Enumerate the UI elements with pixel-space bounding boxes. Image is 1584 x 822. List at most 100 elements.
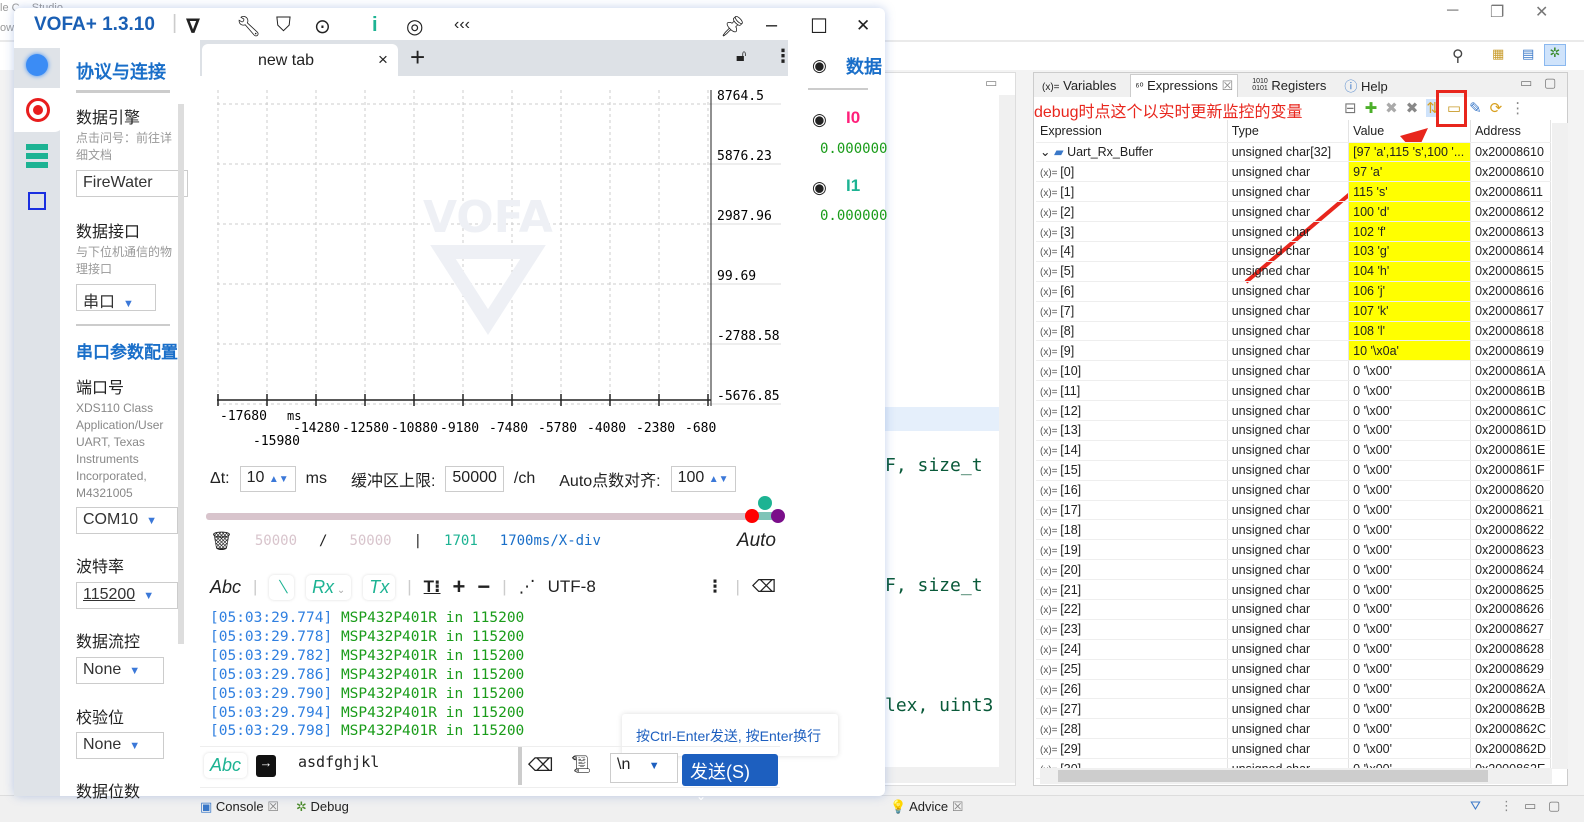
table-row[interactable]: (x)= [8] unsigned char 108 'l' 0x2000861…: [1036, 321, 1551, 342]
expand-chevron-icon[interactable]: ⌄: [1040, 145, 1050, 159]
table-row[interactable]: (x)= [9] unsigned char 10 '\x0a' 0x20008…: [1036, 340, 1551, 362]
info-icon[interactable]: i: [372, 14, 378, 37]
column-type[interactable]: Type: [1227, 120, 1350, 143]
pin-icon[interactable]: 📌︎: [720, 14, 745, 39]
table-row[interactable]: (x)= [16] unsigned char 0 '\x00' 0x20008…: [1036, 480, 1551, 501]
value-cell[interactable]: 0 '\x00': [1348, 360, 1472, 382]
collapse-all-icon[interactable]: ⊟: [1344, 99, 1357, 117]
table-row-parent[interactable]: ⌄ ▰ Uart_Rx_Buffer unsigned char[32] [97…: [1036, 142, 1551, 163]
tab-variables[interactable]: (x)= Variables: [1038, 75, 1120, 96]
table-row[interactable]: (x)= [20] unsigned char 0 '\x00' 0x20008…: [1036, 559, 1551, 581]
table-row[interactable]: (x)= [4] unsigned char 103 'g' 0x2000861…: [1036, 241, 1551, 262]
line-ending-select[interactable]: \n ▼: [610, 753, 678, 783]
slider-handle-right[interactable]: [771, 509, 785, 523]
maximize-icon[interactable]: ☐: [810, 14, 828, 39]
history-slider[interactable]: [206, 513, 756, 520]
edit-icon[interactable]: ✎: [1469, 99, 1482, 117]
send-input[interactable]: asdfghjkl: [298, 753, 379, 771]
value-cell[interactable]: 0 '\x00': [1348, 738, 1472, 760]
tab-debug[interactable]: ✲ Debug: [296, 799, 349, 815]
close-tab-icon[interactable]: ☒: [267, 799, 279, 814]
value-cell[interactable]: 115 's': [1348, 181, 1472, 203]
code-editor[interactable]: ▭ F, size_t F, size_t lex, uint3: [884, 72, 1016, 786]
minimize-icon[interactable]: –: [766, 14, 777, 37]
view-menu-icon[interactable]: ⋮: [1500, 798, 1513, 814]
value-cell[interactable]: 0 '\x00': [1348, 718, 1472, 740]
expressions-vertical-scrollbar[interactable]: [1552, 123, 1568, 769]
send-dropdown-icon[interactable]: ⌄: [696, 789, 706, 803]
remove-expression-icon[interactable]: ✖: [1385, 99, 1398, 117]
rx-toggle[interactable]: Rx ⌄: [306, 574, 352, 600]
spin-arrows-icon[interactable]: ▲▼: [709, 474, 729, 485]
remove-all-icon[interactable]: ✖: [1406, 99, 1419, 117]
nav-connection-icon[interactable]: [26, 54, 48, 76]
add-tab-icon[interactable]: +: [410, 42, 425, 73]
table-row[interactable]: (x)= [19] unsigned char 0 '\x00' 0x20008…: [1036, 539, 1551, 561]
close-tab-icon[interactable]: ☒: [1222, 78, 1234, 93]
collapse-left-icon[interactable]: ‹‹‹: [454, 16, 470, 34]
table-row[interactable]: (x)= [15] unsigned char 0 '\x00' 0x20008…: [1036, 460, 1551, 481]
nav-windows-icon[interactable]: [28, 192, 46, 210]
nav-engine-selected[interactable]: [14, 88, 64, 132]
value-cell[interactable]: 0 '\x00': [1348, 500, 1472, 521]
text-format-icon[interactable]: T⁝: [424, 577, 441, 597]
add-expression-icon[interactable]: ✚: [1365, 99, 1378, 117]
unlock-icon[interactable]: 🔓︎: [736, 48, 746, 66]
value-cell[interactable]: 0 '\x00': [1348, 400, 1472, 421]
dt-spinbox[interactable]: 10 ▲▼: [239, 466, 296, 492]
shirt-icon[interactable]: ⛉: [276, 14, 291, 37]
value-cell[interactable]: 0 '\x00': [1348, 519, 1472, 541]
value-cell[interactable]: 102 'f': [1348, 221, 1472, 242]
tab-registers[interactable]: 1010 0101 Registers: [1248, 75, 1330, 96]
clear-input-icon[interactable]: ⌫: [528, 755, 553, 776]
editor-minimize-icon[interactable]: ▭: [985, 75, 997, 91]
wrench-icon[interactable]: 🔧︎: [236, 14, 261, 39]
table-row[interactable]: (x)= [7] unsigned char 107 'k' 0x2000861…: [1036, 301, 1551, 322]
open-perspective-icon[interactable]: ▦: [1492, 46, 1504, 62]
editor-vertical-scrollbar[interactable]: [999, 95, 1015, 767]
table-row[interactable]: (x)= [23] unsigned char 0 '\x00' 0x20008…: [1036, 619, 1551, 640]
nav-controls-icon[interactable]: [26, 144, 48, 168]
parity-select[interactable]: None ▼: [76, 732, 164, 759]
value-cell[interactable]: 10 '\x0a': [1348, 340, 1472, 362]
fingerprint-icon[interactable]: ◎: [406, 14, 423, 39]
value-cell[interactable]: 0 '\x00': [1348, 698, 1472, 720]
table-row[interactable]: (x)= [3] unsigned char 102 'f' 0x2000861…: [1036, 221, 1551, 242]
table-row[interactable]: (x)= [2] unsigned char 100 'd' 0x2000861…: [1036, 201, 1551, 223]
more-options-icon[interactable]: ⋮: [707, 577, 724, 597]
table-row[interactable]: (x)= [22] unsigned char 0 '\x00' 0x20008…: [1036, 599, 1551, 620]
value-cell[interactable]: 103 'g': [1348, 241, 1472, 262]
table-row[interactable]: (x)= [5] unsigned char 104 'h' 0x2000861…: [1036, 261, 1551, 282]
tab-expressions[interactable]: ⁶⁰ Expressions ☒: [1130, 73, 1239, 97]
value-cell[interactable]: 104 'h': [1348, 261, 1472, 282]
table-row[interactable]: (x)= [24] unsigned char 0 '\x00' 0x20008…: [1036, 639, 1551, 660]
table-row[interactable]: (x)= [25] unsigned char 0 '\x00' 0x20008…: [1036, 659, 1551, 680]
engine-select[interactable]: FireWater: [76, 170, 188, 197]
send-button[interactable]: 发送(S) ⌄: [682, 754, 778, 803]
value-cell[interactable]: 0 '\x00': [1348, 460, 1472, 481]
table-row[interactable]: (x)= [14] unsigned char 0 '\x00' 0x20008…: [1036, 440, 1551, 461]
value-cell[interactable]: 0 '\x00': [1348, 539, 1472, 561]
send-text-mode-button[interactable]: Abc: [204, 753, 248, 778]
value-cell[interactable]: 0 '\x00': [1348, 619, 1472, 640]
channel-name[interactable]: I1: [846, 176, 860, 196]
table-row[interactable]: (x)= [13] unsigned char 0 '\x00' 0x20008…: [1036, 420, 1551, 441]
tab-menu-icon[interactable]: ⋮: [774, 46, 792, 67]
tab-new-tab[interactable]: new tab ×: [202, 44, 398, 76]
value-cell[interactable]: 0 '\x00': [1348, 440, 1472, 461]
refresh-icon[interactable]: ⟳: [1490, 99, 1503, 117]
send-file-icon[interactable]: →: [256, 755, 276, 777]
value-cell[interactable]: 100 'd': [1348, 201, 1472, 223]
value-cell[interactable]: [97 'a',115 's',100 '...: [1348, 142, 1472, 163]
sidebar-scrollbar[interactable]: [178, 104, 184, 644]
editor-horizontal-scrollbar[interactable]: [885, 767, 1015, 783]
search-icon[interactable]: ⚲: [1452, 46, 1464, 66]
value-cell[interactable]: 106 'j': [1348, 281, 1472, 302]
interface-select[interactable]: 串口 ▼: [76, 284, 156, 311]
value-cell[interactable]: 0 '\x00': [1348, 599, 1472, 620]
expressions-horizontal-scrollbar[interactable]: [1040, 768, 1552, 784]
table-row[interactable]: (x)= [12] unsigned char 0 '\x00' 0x20008…: [1036, 400, 1551, 421]
spin-arrows-icon[interactable]: ▲▼: [269, 474, 289, 485]
column-value[interactable]: Value: [1348, 120, 1472, 143]
table-row[interactable]: (x)= [27] unsigned char 0 '\x00' 0x20008…: [1036, 698, 1551, 720]
